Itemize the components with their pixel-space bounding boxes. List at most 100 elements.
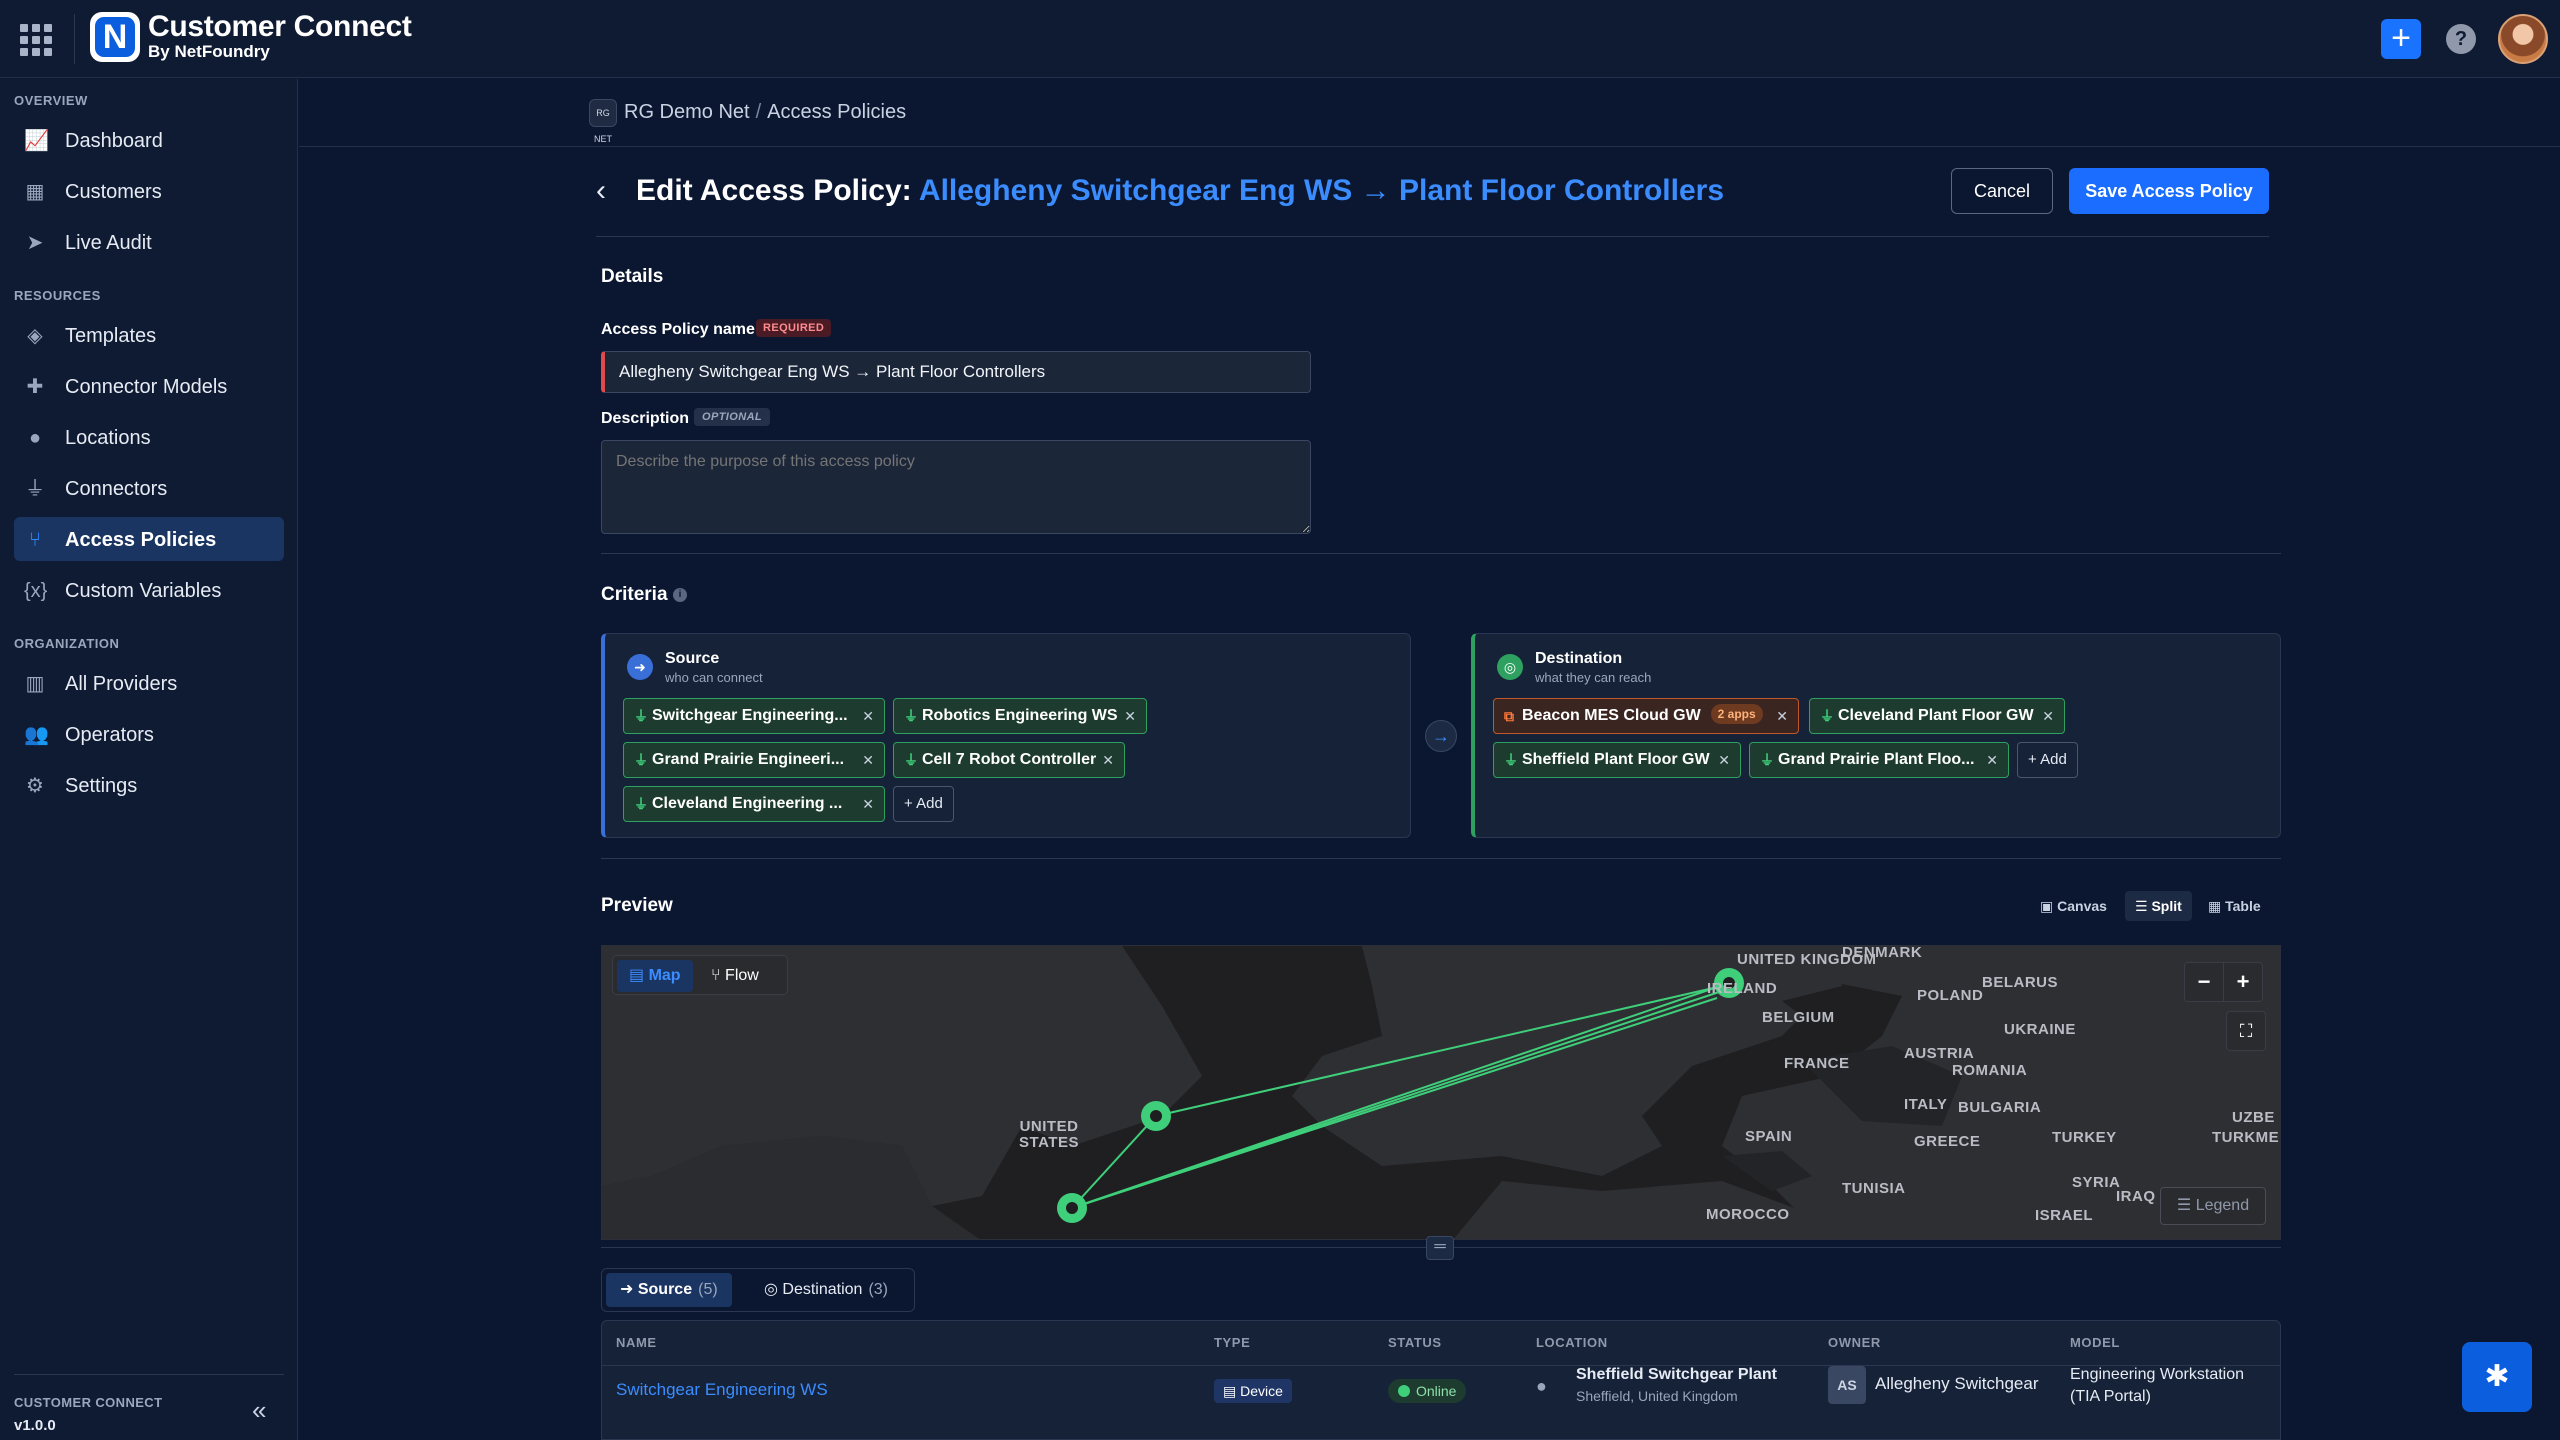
arrow-right-icon: → xyxy=(1425,720,1457,752)
support-chat-button[interactable]: ✱ xyxy=(2462,1342,2532,1412)
destination-chip[interactable]: ⏚ Cleveland Plant Floor GW ✕ xyxy=(1809,698,2065,734)
map-label: POLAND xyxy=(1917,987,1984,1004)
remove-icon[interactable]: ✕ xyxy=(862,743,874,777)
netfoundry-logo[interactable]: N xyxy=(90,12,140,62)
add-destination-button[interactable]: + Add xyxy=(2017,742,2078,778)
zoom-in-button[interactable]: + xyxy=(2223,962,2263,1002)
plug-icon: ⏚ xyxy=(904,708,918,724)
source-panel: ➜ Source who can connect ⏚ Switchgear Eng… xyxy=(601,633,1411,838)
remove-icon[interactable]: ✕ xyxy=(1124,699,1136,733)
sidebar-item-connectors[interactable]: ⏚ Connectors xyxy=(14,466,284,510)
gears-icon: ⚙ xyxy=(26,775,44,797)
plug-icon: ⏚ xyxy=(634,708,648,724)
remove-icon[interactable]: ✕ xyxy=(862,787,874,821)
map-pin-icon: ● xyxy=(1536,1376,1547,1396)
view-split-tab[interactable]: ☰ Split xyxy=(2125,891,2192,921)
top-bar: N Customer Connect By NetFoundry + ? xyxy=(0,0,2560,78)
connection-map[interactable]: UNITED KINGDOM IRELAND DENMARK POLAND BE… xyxy=(601,945,2281,1240)
column-header[interactable]: MODEL xyxy=(2070,1335,2120,1350)
divider xyxy=(14,1374,284,1375)
description-textarea[interactable] xyxy=(601,440,1311,534)
network-badge-icon: RG NET xyxy=(589,99,617,144)
cancel-button[interactable]: Cancel xyxy=(1951,168,2053,214)
map-label: TURKEY xyxy=(2052,1129,2117,1146)
app-switcher-icon[interactable] xyxy=(20,24,52,56)
source-chip[interactable]: ⏚ Cell 7 Robot Controller ✕ xyxy=(893,742,1125,778)
policy-name-label: Access Policy name xyxy=(601,321,755,338)
sidebar-item-access-policies[interactable]: ⑂ Access Policies xyxy=(14,517,284,561)
source-arrow-icon: ➜ xyxy=(627,654,653,680)
sidebar-item-live-audit[interactable]: ➤ Live Audit xyxy=(14,220,284,264)
view-canvas-tab[interactable]: ▣ Canvas xyxy=(2030,891,2117,921)
preview-heading: Preview xyxy=(601,895,673,916)
map-label: BELARUS xyxy=(1982,974,2059,991)
column-header[interactable]: LOCATION xyxy=(1536,1335,1608,1350)
sidebar-item-settings[interactable]: ⚙ Settings xyxy=(14,763,284,807)
policy-name-input[interactable] xyxy=(601,351,1311,393)
breadcrumb-page[interactable]: Access Policies xyxy=(767,101,906,123)
remove-icon[interactable]: ✕ xyxy=(1986,743,1998,777)
help-icon[interactable]: ? xyxy=(2446,24,2476,54)
breadcrumb-network-link[interactable]: RG Demo Net xyxy=(624,101,750,123)
resize-handle[interactable]: ═ xyxy=(1426,1236,1454,1260)
map-label: IRELAND xyxy=(1707,980,1778,997)
sidebar-item-templates[interactable]: ◈ Templates xyxy=(14,313,284,357)
building-icon: ▦ xyxy=(25,181,45,203)
map-mode-flow[interactable]: ⑂ Flow xyxy=(699,960,771,992)
variable-icon: {x} xyxy=(24,580,48,602)
tab-source[interactable]: ➜ Source (5) xyxy=(606,1273,732,1307)
plug-icon: ⏚ xyxy=(1760,752,1774,768)
destination-cloud-chip[interactable]: ⧉ Beacon MES Cloud GW 2 apps ✕ xyxy=(1493,698,1799,734)
source-chip[interactable]: ⏚ Robotics Engineering WS ✕ xyxy=(893,698,1147,734)
column-header[interactable]: OWNER xyxy=(1828,1335,1881,1350)
row-model-sub: (TIA Portal) xyxy=(2070,1388,2151,1405)
row-name-link[interactable]: Switchgear Engineering WS xyxy=(616,1380,828,1400)
source-chip[interactable]: ⏚ Cleveland Engineering ... ✕ xyxy=(623,786,885,822)
column-header[interactable]: STATUS xyxy=(1388,1335,1442,1350)
back-chevron-icon[interactable]: ‹ xyxy=(596,174,606,208)
sidebar-item-customers[interactable]: ▦ Customers xyxy=(14,169,284,213)
view-table-tab[interactable]: ▦ Table xyxy=(2198,891,2271,921)
destination-chip[interactable]: ⏚ Grand Prairie Plant Floo... ✕ xyxy=(1749,742,2009,778)
add-source-button[interactable]: + Add xyxy=(893,786,954,822)
remove-icon[interactable]: ✕ xyxy=(2042,699,2054,733)
remove-icon[interactable]: ✕ xyxy=(1718,743,1730,777)
source-chip[interactable]: ⏚ Grand Prairie Engineeri... ✕ xyxy=(623,742,885,778)
destination-chip[interactable]: ⏚ Sheffield Plant Floor GW ✕ xyxy=(1493,742,1741,778)
collapse-sidebar-icon[interactable]: « xyxy=(252,1395,266,1426)
source-title: Source xyxy=(665,650,720,667)
sidebar-item-locations[interactable]: ● Locations xyxy=(14,415,284,459)
remove-icon[interactable]: ✕ xyxy=(1776,699,1788,733)
column-header[interactable]: TYPE xyxy=(1214,1335,1250,1350)
sidebar-item-all-providers[interactable]: ▥ All Providers xyxy=(14,661,284,705)
legend-button[interactable]: ☰ Legend xyxy=(2160,1187,2266,1225)
tab-destination[interactable]: ◎ Destination (3) xyxy=(750,1273,902,1307)
create-button[interactable]: + xyxy=(2381,19,2421,59)
owner-avatar: AS xyxy=(1828,1366,1866,1404)
map-mode-toggle: ▤ Map ⑂ Flow xyxy=(612,955,788,995)
user-avatar[interactable] xyxy=(2498,14,2548,64)
fullscreen-icon[interactable]: ⛶ xyxy=(2226,1011,2266,1051)
map-label: UKRAINE xyxy=(2004,1021,2076,1038)
remove-icon[interactable]: ✕ xyxy=(1102,743,1114,777)
source-chip[interactable]: ⏚ Switchgear Engineering... ✕ xyxy=(623,698,885,734)
sidebar-item-dashboard[interactable]: 📈 Dashboard xyxy=(14,118,284,162)
sidebar-item-operators[interactable]: 👥 Operators xyxy=(14,712,284,756)
save-access-policy-button[interactable]: Save Access Policy xyxy=(2069,168,2269,214)
divider xyxy=(74,14,75,64)
zoom-out-button[interactable]: − xyxy=(2184,962,2224,1002)
sidebar-item-connector-models[interactable]: ✚ Connector Models xyxy=(14,364,284,408)
criteria-heading: Criteria xyxy=(601,584,668,605)
plug-icon: ⏚ xyxy=(634,796,648,812)
info-icon[interactable]: i xyxy=(673,588,687,602)
table-row[interactable]: Switchgear Engineering WS ▤ Device Onlin… xyxy=(602,1365,2280,1439)
row-location-sub: Sheffield, United Kingdom xyxy=(1576,1388,1738,1404)
map-label: SPAIN xyxy=(1745,1128,1793,1145)
map-mode-map[interactable]: ▤ Map xyxy=(617,960,693,992)
remove-icon[interactable]: ✕ xyxy=(862,699,874,733)
column-header[interactable]: NAME xyxy=(616,1335,657,1350)
map-label: ROMANIA xyxy=(1952,1062,2028,1079)
sidebar-item-custom-variables[interactable]: {x} Custom Variables xyxy=(14,568,284,612)
optional-badge: OPTIONAL xyxy=(694,408,771,426)
map-label: ISRAEL xyxy=(2035,1207,2094,1224)
